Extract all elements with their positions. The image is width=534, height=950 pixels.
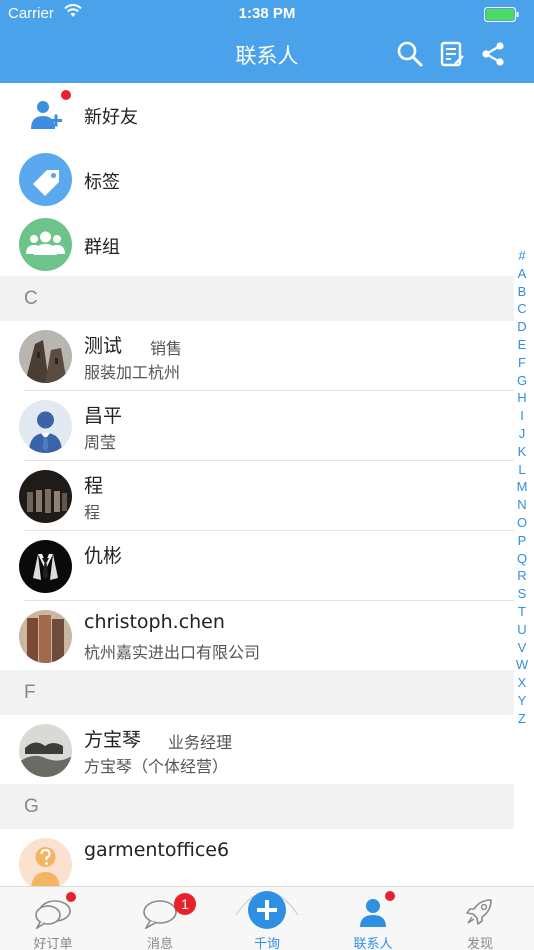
new-friends-item[interactable]: 新好友 [0, 83, 514, 148]
contact-company: 周莹 [84, 433, 117, 452]
index-letter[interactable]: X [514, 674, 530, 692]
tab-messages[interactable]: 1 消息 [107, 887, 213, 950]
index-letter[interactable]: T [514, 603, 530, 621]
avatar [19, 610, 72, 663]
new-friend-dot [61, 90, 71, 100]
avatar [19, 838, 72, 886]
unread-badge: 1 [174, 893, 196, 915]
index-letter[interactable]: N [514, 496, 530, 514]
contacts-list[interactable]: 新好友 标签 群组 C 测试 销售 服装加工杭州 昌平 周莹 程 程 仇彬 ch… [0, 83, 534, 886]
contact-row[interactable]: 仇彬 [0, 531, 514, 601]
index-letter[interactable]: H [514, 389, 530, 407]
index-letter[interactable]: D [514, 318, 530, 336]
alphabet-index[interactable]: # A B C D E F G H I J K L M N O P Q R S T U V W X Y Z [514, 247, 530, 728]
contact-name: christoph.chen [84, 611, 225, 633]
index-letter[interactable]: Q [514, 550, 530, 568]
contact-name: 方宝琴 [84, 729, 142, 751]
tab-orders-label: 好订单 [33, 937, 73, 950]
index-letter[interactable]: K [514, 443, 530, 461]
battery-icon [484, 7, 519, 22]
index-letter[interactable]: L [514, 461, 530, 479]
tab-inquiry[interactable]: 千询 [214, 887, 320, 950]
index-letter[interactable]: J [514, 425, 530, 443]
tab-contacts-label: 联系人 [353, 937, 393, 950]
contact-name: 昌平 [84, 405, 123, 427]
index-letter[interactable]: E [514, 336, 530, 354]
index-letter[interactable]: M [514, 478, 530, 496]
group-icon [19, 218, 72, 271]
index-letter[interactable]: Y [514, 692, 530, 710]
index-letter[interactable]: Z [514, 710, 530, 728]
tab-inquiry-label: 千询 [253, 937, 280, 950]
index-letter[interactable]: V [514, 639, 530, 657]
contact-name: garmentoffice6 [84, 839, 230, 861]
index-letter[interactable]: F [514, 354, 530, 372]
tags-item[interactable]: 标签 [0, 148, 514, 213]
avatar [19, 540, 72, 593]
tab-discover-label: 发现 [466, 937, 493, 950]
index-letter[interactable]: A [514, 265, 530, 283]
avatar [19, 724, 72, 777]
tab-contacts-dot [385, 891, 395, 901]
tab-contacts[interactable]: 联系人 [320, 887, 426, 950]
plus-icon [248, 891, 286, 929]
avatar [19, 470, 72, 523]
avatar [19, 400, 72, 453]
tab-discover[interactable]: 发现 [427, 887, 533, 950]
section-header-c: C [0, 276, 514, 321]
share-icon[interactable] [479, 40, 507, 68]
person-icon [360, 899, 386, 927]
contact-row[interactable]: 程 程 [0, 461, 514, 531]
index-letter[interactable]: W [514, 656, 530, 674]
tag-icon [19, 153, 72, 206]
contact-name: 仇彬 [84, 545, 123, 567]
groups-label: 群组 [84, 237, 120, 258]
section-header-f: F [0, 670, 514, 715]
notepad-icon[interactable] [438, 40, 466, 68]
contact-name: 测试 [84, 335, 123, 357]
status-bar: Carrier 1:38 PM [0, 0, 534, 28]
tab-orders-dot [66, 892, 76, 902]
tab-messages-label: 消息 [146, 937, 173, 950]
new-friend-icon [31, 101, 62, 129]
contact-company: 方宝琴（个体经营） [84, 757, 229, 776]
chat-bubbles-icon [35, 900, 71, 929]
contact-row[interactable]: 测试 销售 服装加工杭州 [0, 321, 514, 391]
section-header-g: G [0, 784, 514, 829]
tags-label: 标签 [84, 172, 120, 193]
chat-bubble-icon [143, 900, 177, 929]
index-letter[interactable]: B [514, 283, 530, 301]
index-letter[interactable]: G [514, 372, 530, 390]
contact-role: 销售 [150, 339, 183, 358]
index-letter[interactable]: U [514, 621, 530, 639]
groups-item[interactable]: 群组 [0, 213, 514, 278]
nav-header: Carrier 1:38 PM 联系人 [0, 0, 534, 83]
index-letter[interactable]: O [514, 514, 530, 532]
tab-orders[interactable]: 好订单 [0, 887, 106, 950]
contact-row[interactable]: 方宝琴 业务经理 方宝琴（个体经营） [0, 715, 514, 785]
index-letter[interactable]: P [514, 532, 530, 550]
new-friends-label: 新好友 [84, 107, 138, 128]
tab-bar: 好订单 1 消息 千询 联系人 发现 [0, 886, 534, 950]
index-letter[interactable]: C [514, 300, 530, 318]
contact-company: 服装加工杭州 [84, 363, 181, 382]
index-letter[interactable]: R [514, 567, 530, 585]
status-time: 1:38 PM [238, 5, 296, 22]
contact-row[interactable]: christoph.chen 杭州嘉实进出口有限公司 [0, 601, 514, 671]
contact-company: 程 [84, 503, 101, 522]
rocket-icon [466, 899, 492, 925]
contact-name: 程 [84, 475, 104, 497]
index-letter[interactable]: I [514, 407, 530, 425]
index-letter[interactable]: S [514, 585, 530, 603]
avatar [19, 330, 72, 383]
search-icon[interactable] [396, 40, 424, 68]
contact-row[interactable]: 昌平 周莹 [0, 391, 514, 461]
contact-role: 业务经理 [168, 733, 233, 752]
contact-company: 杭州嘉实进出口有限公司 [84, 643, 261, 662]
index-letter[interactable]: # [514, 247, 530, 265]
